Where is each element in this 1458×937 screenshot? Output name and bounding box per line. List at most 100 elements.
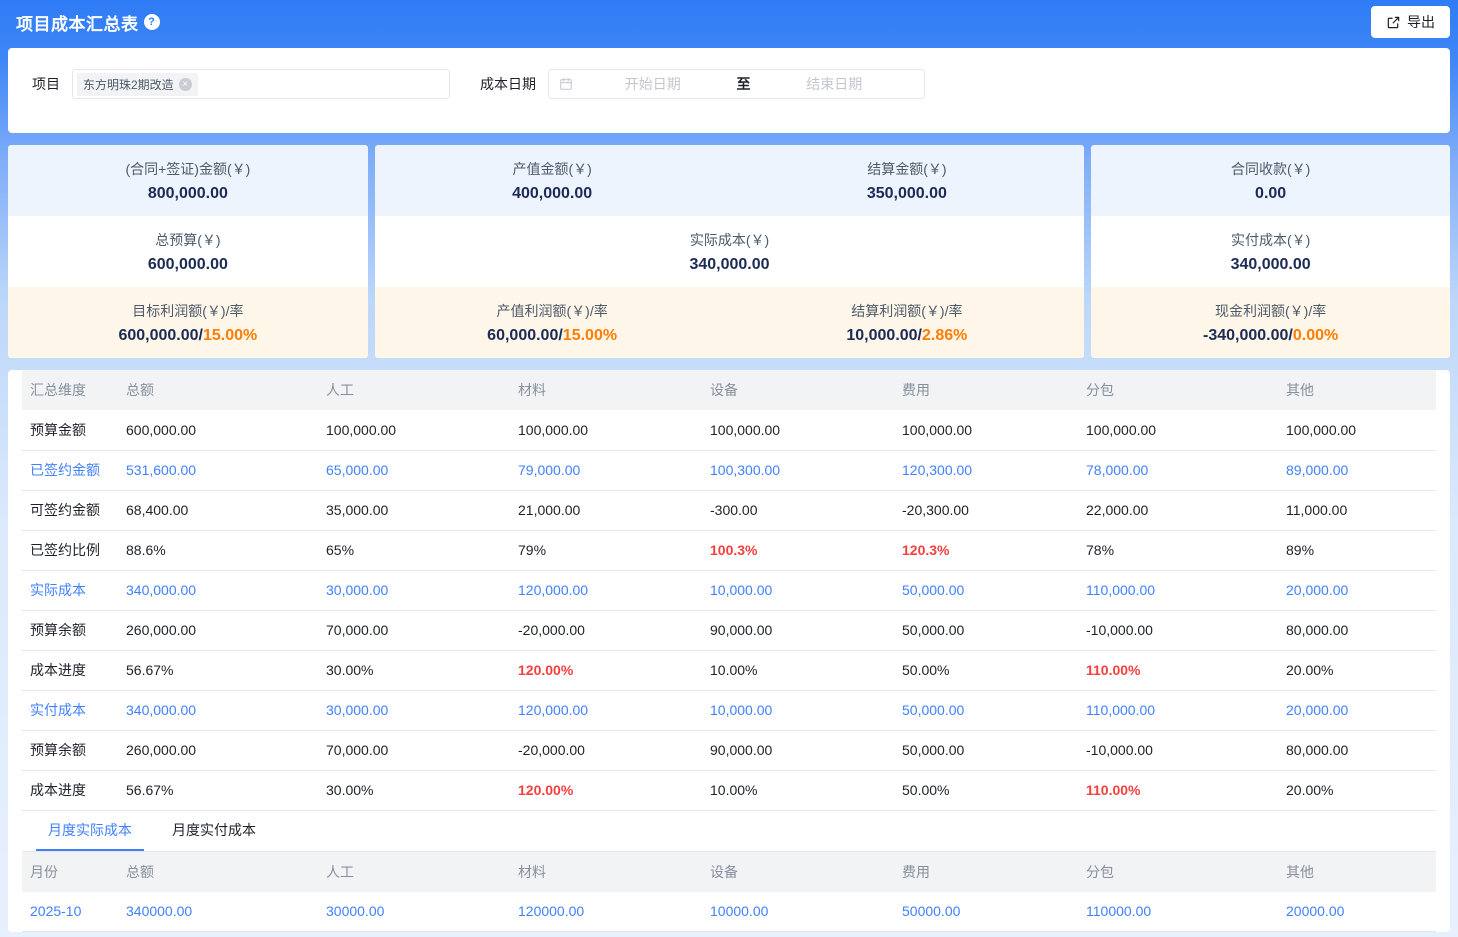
table-cell[interactable]: 110,000.00 xyxy=(1078,690,1278,731)
table-cell[interactable]: 50000.00 xyxy=(894,891,1078,932)
table-cell: 70,000.00 xyxy=(318,730,510,771)
table-cell[interactable]: 30,000.00 xyxy=(318,690,510,731)
table-cell: 600,000.00 xyxy=(118,410,318,451)
table-cell: 30.00% xyxy=(318,770,510,811)
row-label: 可签约金额 xyxy=(22,490,118,531)
table-row: 成本进度 56.67% 30.00% 120.00% 10.00% 50.00% 110.0… xyxy=(22,650,1436,691)
table-cell[interactable]: 110000.00 xyxy=(1078,891,1278,932)
date-filter-label: 成本日期 xyxy=(480,76,536,92)
table-cell[interactable]: 50,000.00 xyxy=(894,690,1078,731)
metric-value: 10,000.00/2.86% xyxy=(846,326,968,344)
table-cell: 100,000.00 xyxy=(318,410,510,451)
table-cell[interactable]: 120000.00 xyxy=(510,891,702,932)
metric-cell: (合同+签证)金额(￥) 800,000.00 xyxy=(8,145,368,216)
table-cell: 260,000.00 xyxy=(118,730,318,771)
table-cell: 90,000.00 xyxy=(702,730,894,771)
cost-summary-table-head: 汇总维度 总额 人工 材料 设备 费用 分包 其他 xyxy=(22,370,1436,410)
table-row: 成本进度 56.67% 30.00% 120.00% 10.00% 50.00% 110.0… xyxy=(22,770,1436,811)
metric-value: 600,000.00/15.00% xyxy=(118,326,258,344)
metric-cell: 实付成本(￥) 340,000.00 xyxy=(1091,216,1450,287)
column-header: 总额 xyxy=(118,370,318,410)
help-icon[interactable]: ? xyxy=(143,14,160,30)
table-row: 预算金额 600,000.00 100,000.00 100,000.00 100,00… xyxy=(22,410,1436,451)
end-date-input[interactable] xyxy=(754,76,914,92)
table-cell[interactable]: 10000.00 xyxy=(702,891,894,932)
table-cell[interactable]: 10,000.00 xyxy=(702,570,894,611)
table-cell[interactable]: 340,000.00 xyxy=(118,570,318,611)
table-cell[interactable]: 110,000.00 xyxy=(1078,570,1278,611)
table-cell: 10.00% xyxy=(702,650,894,691)
column-header: 汇总维度 xyxy=(22,370,118,410)
table-cell: -10,000.00 xyxy=(1078,730,1278,771)
metric-value: 600,000.00 xyxy=(147,255,228,273)
table-cell: 100.3% xyxy=(702,530,894,571)
metric-cell: 合同收款(￥) 0.00 xyxy=(1091,145,1450,216)
metric-rate: 15.00% xyxy=(562,326,618,344)
table-cell: 110.00% xyxy=(1078,650,1278,691)
table-cell[interactable]: 120,000.00 xyxy=(510,690,702,731)
table-cell[interactable]: 340,000.00 xyxy=(118,690,318,731)
table-cell: 100,000.00 xyxy=(510,410,702,451)
metric-label: 实际成本(￥) xyxy=(689,231,770,248)
project-select-input[interactable]: 东方明珠2期改造 × xyxy=(72,69,450,99)
table-cell: 11,000.00 xyxy=(1278,490,1436,531)
row-label[interactable]: 实际成本 xyxy=(22,570,118,611)
row-label[interactable]: 2025-10 xyxy=(22,891,118,932)
date-range-picker[interactable]: 至 xyxy=(548,69,925,99)
table-cell[interactable]: 89,000.00 xyxy=(1278,450,1436,491)
tab-monthly-paid-cost[interactable]: 月度实付成本 xyxy=(160,811,268,851)
summary-card: (合同+签证)金额(￥) 800,000.00 总预算(￥) 600,000.00 目标… xyxy=(8,145,368,358)
metric-label: 结算利润额(￥)/率 xyxy=(851,302,963,319)
table-cell[interactable]: 120,000.00 xyxy=(510,570,702,611)
row-label[interactable]: 实付成本 xyxy=(22,690,118,731)
column-header: 费用 xyxy=(894,370,1078,410)
column-header: 材料 xyxy=(510,851,702,892)
table-cell: 110.00% xyxy=(1078,770,1278,811)
metric-label: 现金利润额(￥)/率 xyxy=(1215,302,1327,319)
table-cell[interactable]: 20,000.00 xyxy=(1278,690,1436,731)
table-cell[interactable]: 20000.00 xyxy=(1278,891,1436,932)
metric-label: 总预算(￥) xyxy=(155,231,221,248)
metric-rate: 0.00% xyxy=(1292,326,1339,344)
table-cell[interactable]: 78,000.00 xyxy=(1078,450,1278,491)
table-cell[interactable]: 20,000.00 xyxy=(1278,570,1436,611)
table-cell: 100,000.00 xyxy=(702,410,894,451)
export-button[interactable]: 导出 xyxy=(1371,6,1450,38)
metric-rate: 2.86% xyxy=(922,326,968,344)
table-cell: 100,000.00 xyxy=(1278,410,1436,451)
table-cell[interactable]: 65,000.00 xyxy=(318,450,510,491)
page-title: 项目成本汇总表 xyxy=(16,14,139,34)
column-header: 其他 xyxy=(1278,370,1436,410)
summary-cards: (合同+签证)金额(￥) 800,000.00 总预算(￥) 600,000.00 目标… xyxy=(8,145,1450,358)
table-cell: 70,000.00 xyxy=(318,610,510,651)
table-cell: 100,000.00 xyxy=(1078,410,1278,451)
tab-monthly-actual-cost[interactable]: 月度实际成本 xyxy=(36,811,144,851)
export-icon xyxy=(1387,16,1400,28)
project-filter: 项目 东方明珠2期改造 × xyxy=(32,69,450,99)
table-cell[interactable]: 50,000.00 xyxy=(894,570,1078,611)
table-cell[interactable]: 531,600.00 xyxy=(118,450,318,491)
metric-label: (合同+签证)金额(￥) xyxy=(125,160,251,177)
monthly-cost-table: 月份 总额 人工 材料 设备 费用 分包 其他 2025-10 340000.00 30000.0… xyxy=(22,851,1436,932)
calendar-icon xyxy=(560,77,572,90)
column-header: 人工 xyxy=(318,851,510,892)
metric-label: 目标利润额(￥)/率 xyxy=(132,302,244,319)
monthly-cost-table-head: 月份 总额 人工 材料 设备 费用 分包 其他 xyxy=(22,851,1436,892)
table-cell[interactable]: 100,300.00 xyxy=(702,450,894,491)
table-cell[interactable]: 340000.00 xyxy=(118,891,318,932)
table-cell[interactable]: 79,000.00 xyxy=(510,450,702,491)
table-cell[interactable]: 30,000.00 xyxy=(318,570,510,611)
project-tag-label: 东方明珠2期改造 xyxy=(83,77,174,92)
column-header: 设备 xyxy=(702,851,894,892)
row-label[interactable]: 已签约金额 xyxy=(22,450,118,491)
start-date-input[interactable] xyxy=(573,76,733,92)
table-cell[interactable]: 120,300.00 xyxy=(894,450,1078,491)
card-section: (合同+签证)金额(￥) 800,000.00 xyxy=(8,145,368,216)
table-cell[interactable]: 30000.00 xyxy=(318,891,510,932)
table-cell: 56.67% xyxy=(118,650,318,691)
table-cell: 50,000.00 xyxy=(894,730,1078,771)
table-cell: 50.00% xyxy=(894,770,1078,811)
column-header: 分包 xyxy=(1078,851,1278,892)
tag-close-icon[interactable]: × xyxy=(178,77,192,91)
table-cell[interactable]: 10,000.00 xyxy=(702,690,894,731)
